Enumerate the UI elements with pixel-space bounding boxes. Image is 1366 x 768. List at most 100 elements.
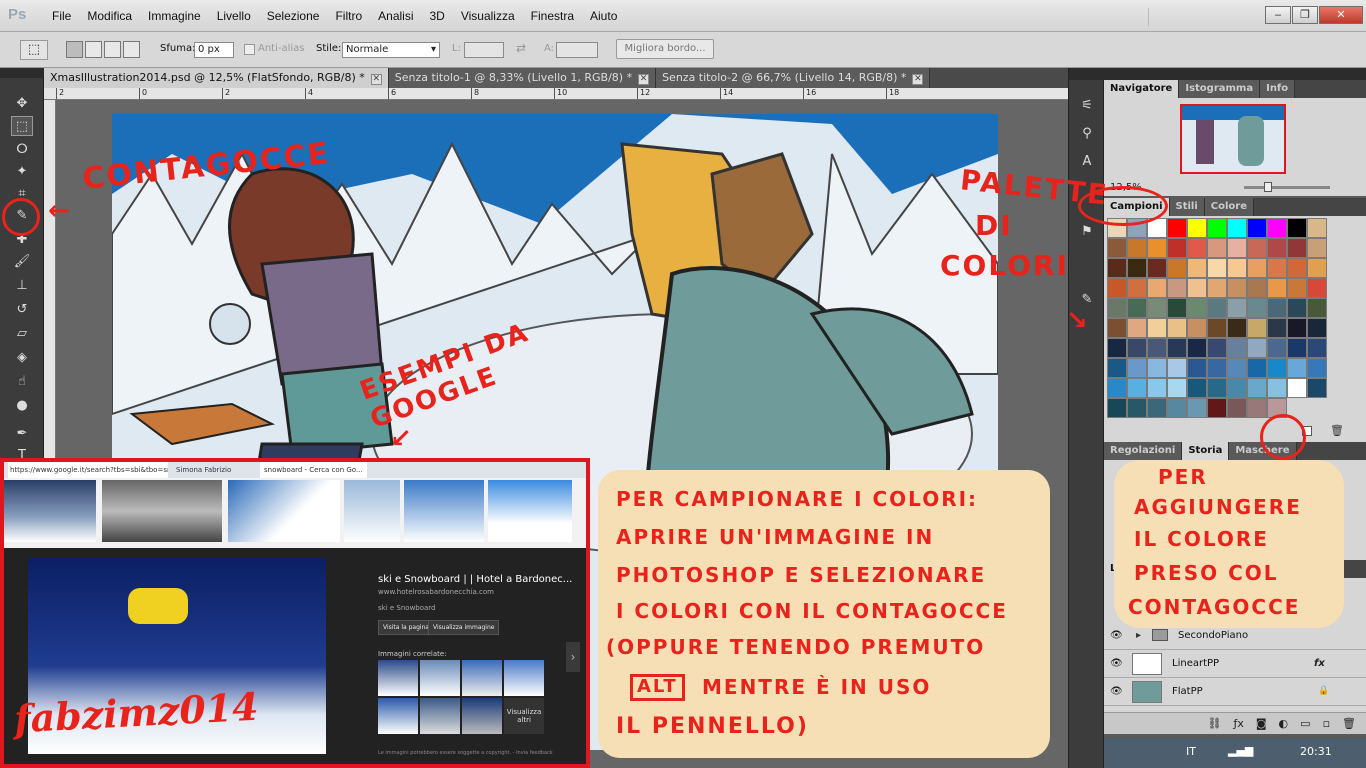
layer-row[interactable]: 👁 FlatPP 🔒 (1104, 678, 1366, 706)
clone-source-icon[interactable]: ⚲ (1079, 126, 1095, 142)
result-thumbnail[interactable] (228, 480, 340, 542)
color-swatch[interactable] (1307, 338, 1327, 358)
new-selection-icon[interactable] (66, 41, 83, 58)
color-swatch[interactable] (1127, 298, 1147, 318)
related-thumbnail[interactable] (420, 660, 460, 696)
link-icon[interactable]: ⛓ (1208, 717, 1222, 730)
color-swatch[interactable] (1187, 378, 1207, 398)
color-swatch[interactable] (1267, 358, 1287, 378)
color-swatch[interactable] (1167, 258, 1187, 278)
tool-presets-icon[interactable]: ⚑ (1079, 224, 1095, 240)
color-swatch[interactable] (1247, 378, 1267, 398)
height-input[interactable] (556, 42, 598, 58)
color-swatch[interactable] (1127, 238, 1147, 258)
tab-styles[interactable]: Stili (1169, 198, 1205, 216)
color-swatch[interactable] (1267, 378, 1287, 398)
subtract-selection-icon[interactable] (104, 41, 121, 58)
color-swatch[interactable] (1107, 358, 1127, 378)
eye-icon[interactable]: 👁 (1110, 658, 1123, 669)
result-thumbnail[interactable] (344, 480, 400, 542)
color-swatch[interactable] (1307, 318, 1327, 338)
color-swatch[interactable] (1147, 238, 1167, 258)
browser-tab-search[interactable]: snowboard - Cerca con Go... (260, 462, 367, 478)
color-swatch[interactable] (1147, 398, 1167, 418)
eye-icon[interactable]: 👁 (1110, 630, 1123, 641)
tab-history[interactable]: Storia (1182, 442, 1230, 460)
clock[interactable]: 20:31 (1300, 745, 1332, 758)
color-swatch[interactable] (1227, 398, 1247, 418)
trash-icon[interactable]: 🗑 (1330, 424, 1344, 437)
see-more-button[interactable]: Visualizza altri (504, 698, 544, 734)
navigator-thumbnail[interactable] (1180, 104, 1286, 174)
related-thumbnail[interactable] (504, 660, 544, 696)
result-thumbnail[interactable] (488, 480, 572, 542)
quick-select-tool-icon[interactable]: ✦ (11, 162, 33, 182)
style-select[interactable]: Normale ▾ (342, 42, 440, 58)
result-title[interactable]: ski e Snowboard | | Hotel a Bardonec... (378, 574, 572, 585)
color-swatch[interactable] (1207, 298, 1227, 318)
tab-histogram[interactable]: Istogramma (1179, 80, 1261, 98)
color-swatch[interactable] (1107, 238, 1127, 258)
close-button[interactable]: ✕ (1319, 6, 1363, 24)
color-swatch[interactable] (1227, 218, 1247, 238)
color-swatch[interactable] (1167, 238, 1187, 258)
marquee-tool-preset-icon[interactable]: ⬚ (20, 40, 48, 60)
close-icon[interactable]: ✕ (638, 74, 650, 85)
color-swatch[interactable] (1247, 398, 1267, 418)
color-swatch[interactable] (1287, 238, 1307, 258)
color-swatch[interactable] (1227, 318, 1247, 338)
color-swatch[interactable] (1127, 358, 1147, 378)
color-swatch[interactable] (1267, 318, 1287, 338)
tab-untitled-2[interactable]: Senza titolo-2 @ 66,7% (Livello 14, RGB/… (656, 68, 931, 88)
color-swatch[interactable] (1147, 358, 1167, 378)
color-swatch[interactable] (1127, 398, 1147, 418)
tab-navigator[interactable]: Navigatore (1104, 80, 1180, 98)
color-swatch[interactable] (1167, 378, 1187, 398)
new-layer-icon[interactable]: ▫ (1323, 717, 1330, 730)
color-swatch[interactable] (1107, 258, 1127, 278)
refine-edge-button[interactable]: Migliora bordo... (616, 39, 714, 59)
paint-bucket-tool-icon[interactable]: ◈ (11, 348, 33, 368)
color-swatch[interactable] (1107, 338, 1127, 358)
color-swatch[interactable] (1307, 218, 1327, 238)
color-swatch[interactable] (1207, 258, 1227, 278)
result-thumbnail[interactable] (404, 480, 484, 542)
color-swatch[interactable] (1227, 358, 1247, 378)
color-swatch[interactable] (1287, 258, 1307, 278)
color-swatch[interactable] (1107, 398, 1127, 418)
color-swatch[interactable] (1227, 378, 1247, 398)
color-swatch[interactable] (1207, 238, 1227, 258)
color-swatch[interactable] (1227, 298, 1247, 318)
trash-icon[interactable]: 🗑 (1342, 717, 1356, 730)
menu-item-visualizza[interactable]: Visualizza (453, 9, 523, 23)
menu-item-analisi[interactable]: Analisi (370, 9, 421, 23)
stamp-tool-icon[interactable]: ⊥ (11, 276, 33, 296)
browser-tab-profile[interactable]: Simona Fabrizio (176, 462, 231, 478)
color-swatch[interactable] (1147, 378, 1167, 398)
fx-icon[interactable]: ƒx (1233, 717, 1243, 730)
visit-page-button[interactable]: Visita la pagina (378, 620, 435, 635)
feather-input[interactable]: 0 px (194, 42, 234, 58)
menu-item-finestra[interactable]: Finestra (523, 9, 582, 23)
minimize-button[interactable]: ‒ (1265, 6, 1291, 24)
signal-icon[interactable]: ▂▄▆ (1228, 744, 1253, 757)
color-swatch[interactable] (1307, 378, 1327, 398)
color-swatch[interactable] (1307, 358, 1327, 378)
mask-icon[interactable]: ◙ (1256, 717, 1267, 730)
color-swatch[interactable] (1207, 278, 1227, 298)
result-thumbnail[interactable] (4, 480, 96, 542)
color-swatch[interactable] (1187, 318, 1207, 338)
color-swatch[interactable] (1107, 318, 1127, 338)
color-swatch[interactable] (1307, 278, 1327, 298)
color-swatch[interactable] (1287, 298, 1307, 318)
move-tool-icon[interactable]: ✥ (11, 94, 33, 114)
color-swatch[interactable] (1247, 278, 1267, 298)
color-swatch[interactable] (1287, 338, 1307, 358)
color-swatch[interactable] (1107, 278, 1127, 298)
brush-presets-icon[interactable]: ⚟ (1079, 98, 1095, 114)
color-swatch[interactable] (1207, 318, 1227, 338)
marquee-tool-icon[interactable]: ⬚ (11, 116, 33, 136)
color-swatch[interactable] (1287, 358, 1307, 378)
color-swatch[interactable] (1127, 258, 1147, 278)
layer-row[interactable]: 👁 LineartPP fx (1104, 650, 1366, 678)
